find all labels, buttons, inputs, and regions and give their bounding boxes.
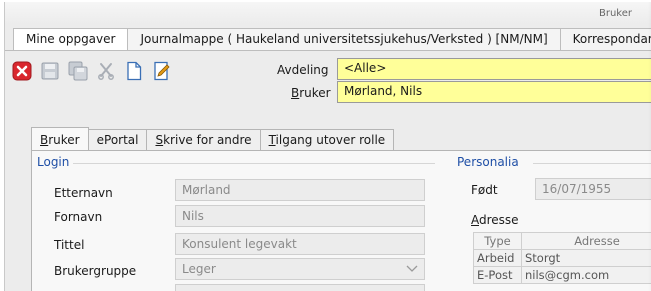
tab-skrive-for-andre[interactable]: Skrive for andre [146,129,261,150]
next-login-field[interactable] [175,284,425,291]
tab-strip-divider [5,50,651,51]
close-icon [12,61,32,81]
avdeling-field[interactable]: <Alle> [337,58,651,80]
fornavn-label: Fornavn [54,210,103,224]
cut-button[interactable] [95,60,117,82]
bruker-field[interactable]: Mørland, Nils [337,81,651,103]
etternavn-label: Etternavn [54,186,113,200]
fornavn-field[interactable]: Nils [175,205,425,227]
brukergruppe-label: Brukergruppe [54,264,137,278]
adresse-table: Type Adresse Arbeid Storgt E-Post nils@c… [473,232,651,284]
table-row[interactable]: E-Post nils@cgm.com [473,266,651,284]
brukergruppe-select[interactable]: Leger [175,258,425,280]
bruker-label: Bruker [291,86,331,100]
save-multiple-button[interactable] [67,60,89,82]
personalia-section-title: Personalia [457,155,519,169]
tittel-field[interactable]: Konsulent legevakt [175,233,425,255]
fodt-field[interactable]: 16/07/1955 [535,178,651,200]
tab-tilgang-utover-rolle[interactable]: Tilgang utover rolle [259,129,395,150]
tab-mine-oppgaver[interactable]: Mine oppgaver [13,28,129,50]
tab-eportal[interactable]: ePortal [87,129,148,150]
window-title-fragment: Bruker [598,8,632,19]
application-window: Bruker Mine oppgaver Journalmappe ( Hauk… [4,2,651,291]
login-section-divider [73,163,435,164]
save-multiple-icon [68,61,88,81]
top-tab-strip: Mine oppgaver Journalmappe ( Haukeland u… [13,28,651,50]
tab-korrespondanse[interactable]: Korrespondar [559,28,651,50]
table-header-row: Type Adresse [473,232,651,250]
column-header-adresse[interactable]: Adresse [521,232,651,250]
edit-button[interactable] [151,60,173,82]
adresse-label: Adresse [471,213,519,227]
title-bar: Bruker [5,2,651,24]
table-cell: Storgt [521,249,651,267]
table-cell: Arbeid [473,249,522,267]
login-section-title: Login [37,155,70,169]
save-button[interactable] [39,60,61,82]
fodt-label: Født [471,183,498,197]
etternavn-field[interactable]: Mørland [175,179,425,201]
personalia-section-divider [533,163,651,164]
table-cell: E-Post [473,266,522,284]
tab-bruker[interactable]: Bruker [31,127,89,150]
brukergruppe-value: Leger [182,262,216,276]
table-row[interactable]: Arbeid Storgt [473,249,651,267]
column-header-type[interactable]: Type [473,232,522,250]
tab-journalmappe[interactable]: Journalmappe ( Haukeland universitetssju… [127,28,561,50]
new-document-button[interactable] [123,60,145,82]
tittel-label: Tittel [54,238,85,252]
toolbar [11,59,173,83]
new-document-icon [127,61,142,81]
edit-icon [154,61,170,81]
cut-icon [98,63,114,80]
chevron-down-icon [406,265,418,272]
inner-tab-strip: Bruker ePortal Skrive for andre Tilgang … [31,127,395,150]
table-cell: nils@cgm.com [521,266,651,284]
avdeling-label: Avdeling [277,63,329,77]
save-icon [41,62,59,80]
close-button[interactable] [11,60,33,82]
